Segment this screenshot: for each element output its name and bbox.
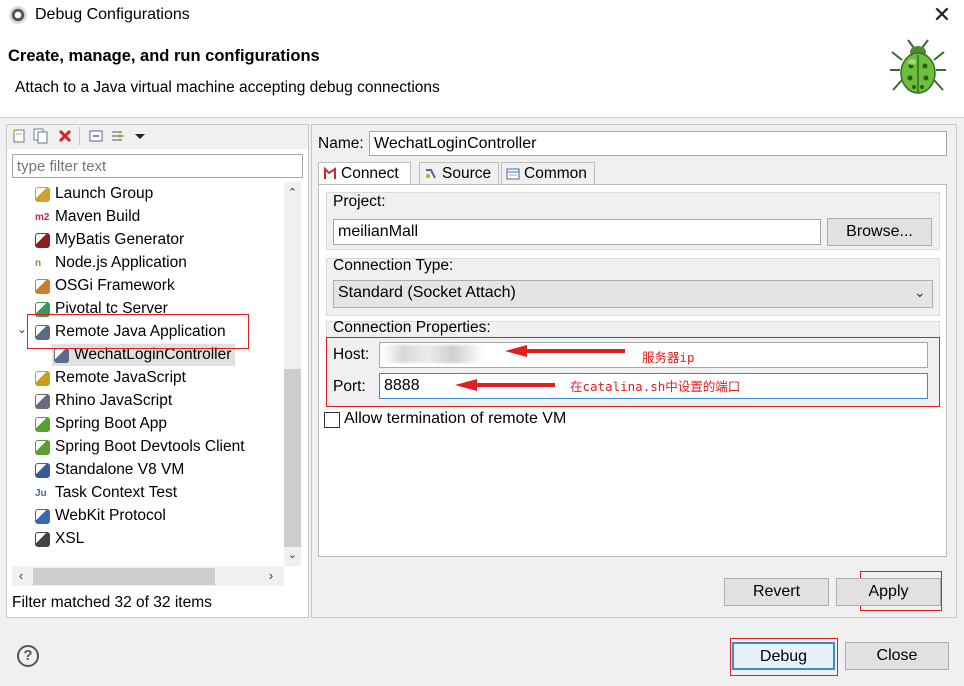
connection-type-value: Standard (Socket Attach) bbox=[338, 284, 516, 301]
tree-item[interactable]: Spring Boot Devtools Client bbox=[33, 436, 249, 458]
spring-devtools-icon bbox=[35, 440, 50, 455]
tree-item[interactable]: Spring Boot App bbox=[33, 413, 171, 435]
tree-item[interactable]: OSGi Framework bbox=[33, 275, 179, 297]
source-tab-icon bbox=[426, 169, 436, 179]
launch-group-icon bbox=[35, 187, 50, 202]
tree-item-label: Task Context Test bbox=[55, 484, 178, 501]
annotation-host-note: 服务器ip bbox=[642, 350, 695, 365]
view-menu-icon[interactable] bbox=[132, 128, 148, 144]
annotation-box-remote-java bbox=[27, 314, 249, 349]
help-icon[interactable]: ? bbox=[17, 645, 39, 667]
tab-common[interactable]: Common bbox=[501, 162, 595, 185]
tree-item-label: Launch Group bbox=[55, 185, 154, 202]
page-title: Create, manage, and run configurations bbox=[8, 47, 320, 65]
close-window-button[interactable]: ✕ bbox=[926, 0, 958, 30]
browse-button[interactable]: Browse... bbox=[827, 218, 932, 246]
eclipse-icon bbox=[9, 6, 27, 24]
scroll-left-icon[interactable]: ‹ bbox=[12, 567, 30, 585]
remote-js-icon bbox=[35, 371, 50, 386]
filter-status: Filter matched 32 of 32 items bbox=[12, 594, 212, 611]
tree-item-label: Spring Boot App bbox=[55, 415, 168, 432]
tree-item-label: Standalone V8 VM bbox=[55, 461, 185, 478]
annotation-arrow-port bbox=[455, 379, 555, 391]
tree-item-label: XSL bbox=[55, 530, 85, 547]
tree-item-label: Node.js Application bbox=[55, 254, 187, 271]
tree-horizontal-scroll-thumb[interactable] bbox=[33, 568, 215, 585]
tab-common-label: Common bbox=[524, 165, 587, 182]
osgi-icon bbox=[35, 279, 50, 294]
tree-item[interactable]: n Node.js Application bbox=[33, 252, 191, 274]
tree-item-label: Spring Boot Devtools Client bbox=[55, 438, 245, 455]
tree-item[interactable]: Rhino JavaScript bbox=[33, 390, 176, 412]
config-toolbar bbox=[7, 125, 308, 149]
tree-item[interactable]: Launch Group bbox=[33, 183, 157, 205]
tree-item[interactable]: m2 Maven Build bbox=[33, 206, 144, 228]
maven-icon: m2 bbox=[35, 212, 50, 223]
tab-connect[interactable]: Connect bbox=[318, 162, 411, 186]
chevron-down-icon[interactable]: ⌄ bbox=[914, 284, 926, 301]
tree-item-label: WebKit Protocol bbox=[55, 507, 166, 524]
allow-termination-checkbox[interactable] bbox=[324, 412, 340, 428]
v8-icon bbox=[35, 463, 50, 478]
tab-source[interactable]: Source bbox=[419, 162, 499, 185]
page-subtitle: Attach to a Java virtual machine accepti… bbox=[15, 79, 440, 96]
tree-item[interactable]: MyBatis Generator bbox=[33, 229, 188, 251]
delete-config-icon[interactable] bbox=[57, 128, 73, 144]
annotation-port-note: 在catalina.sh中设置的端口 bbox=[570, 379, 741, 394]
spring-boot-icon bbox=[35, 417, 50, 432]
nodejs-icon: n bbox=[35, 258, 42, 269]
apply-button[interactable]: Apply bbox=[836, 578, 941, 606]
project-label: Project: bbox=[333, 193, 386, 210]
tree-item[interactable]: XSL bbox=[33, 528, 88, 550]
tree-item-label: Maven Build bbox=[55, 208, 141, 225]
scroll-down-icon[interactable]: ⌄ bbox=[284, 546, 301, 564]
tab-connect-label: Connect bbox=[341, 165, 399, 182]
allow-termination-label: Allow termination of remote VM bbox=[344, 410, 567, 427]
remote-java-config-icon bbox=[54, 348, 69, 363]
tree-item-label: OSGi Framework bbox=[55, 277, 175, 294]
bug-icon bbox=[890, 39, 946, 94]
tree-item-label: Remote JavaScript bbox=[55, 369, 186, 386]
connection-type-select[interactable]: Standard (Socket Attach) bbox=[333, 280, 933, 308]
common-tab-icon bbox=[506, 168, 520, 180]
tree-item[interactable]: Standalone V8 VM bbox=[33, 459, 188, 481]
tree-item-label: Rhino JavaScript bbox=[55, 392, 173, 409]
toolbar-separator bbox=[79, 127, 80, 145]
filter-input[interactable] bbox=[12, 154, 303, 178]
tree-item[interactable]: Ju Task Context Test bbox=[33, 482, 181, 504]
close-button[interactable]: Close bbox=[845, 642, 949, 670]
new-config-icon[interactable] bbox=[11, 128, 27, 144]
webkit-icon bbox=[35, 509, 50, 524]
mybatis-icon bbox=[35, 233, 50, 248]
xsl-icon bbox=[35, 532, 50, 547]
scroll-up-icon[interactable]: ⌃ bbox=[284, 184, 301, 202]
project-input[interactable] bbox=[333, 219, 821, 245]
task-context-icon: Ju bbox=[35, 488, 47, 499]
config-name-input[interactable] bbox=[369, 131, 947, 156]
duplicate-config-icon[interactable] bbox=[33, 128, 49, 144]
tab-source-label: Source bbox=[442, 165, 492, 182]
connection-type-label: Connection Type: bbox=[333, 257, 454, 274]
annotation-box-connection bbox=[326, 337, 940, 407]
revert-button[interactable]: Revert bbox=[724, 578, 829, 606]
chevron-down-icon[interactable]: ⌄ bbox=[17, 322, 27, 336]
annotation-arrow-host bbox=[505, 345, 625, 357]
window-title: Debug Configurations bbox=[35, 6, 190, 23]
tree-item-label: MyBatis Generator bbox=[55, 231, 185, 248]
tree-vertical-scroll-thumb[interactable] bbox=[284, 369, 301, 547]
header-banner bbox=[0, 32, 964, 118]
tree-item[interactable]: WebKit Protocol bbox=[33, 505, 170, 527]
connection-properties-label: Connection Properties: bbox=[333, 319, 491, 336]
rhino-icon bbox=[35, 394, 50, 409]
tree-item[interactable]: Remote JavaScript bbox=[33, 367, 190, 389]
collapse-all-icon[interactable] bbox=[88, 128, 104, 144]
debug-button[interactable]: Debug bbox=[732, 642, 835, 670]
name-label: Name: bbox=[318, 135, 364, 152]
filter-config-icon[interactable] bbox=[110, 128, 126, 144]
connect-tab-icon bbox=[324, 167, 336, 179]
scroll-right-icon[interactable]: › bbox=[262, 567, 280, 585]
